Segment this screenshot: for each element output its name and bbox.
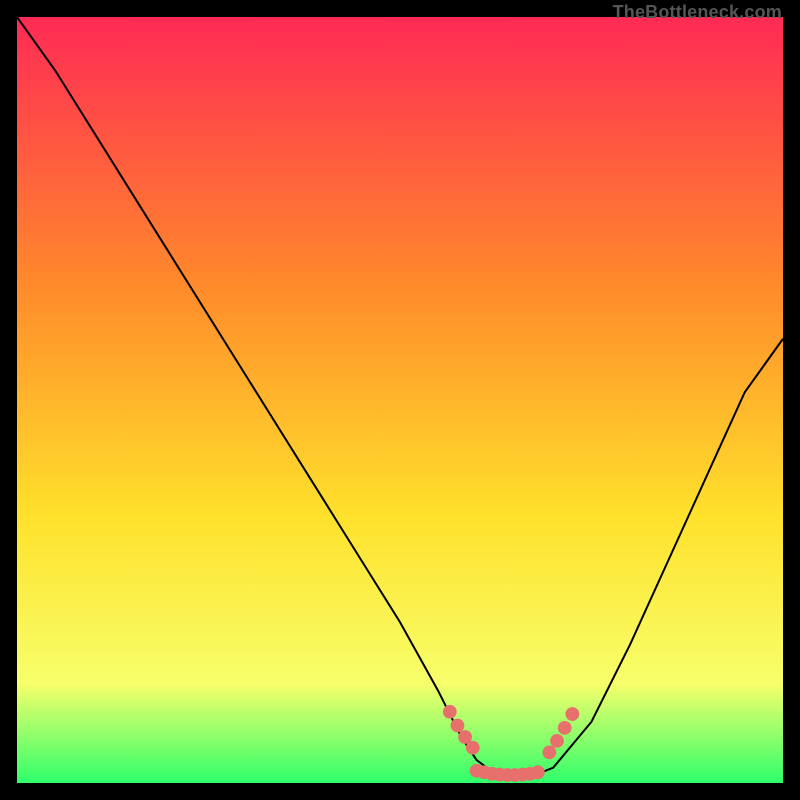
marker-dot bbox=[531, 765, 545, 779]
marker-dot bbox=[466, 741, 480, 755]
chart-frame: TheBottleneck.com bbox=[0, 0, 800, 800]
watermark-text: TheBottleneck.com bbox=[613, 2, 782, 23]
marker-dot bbox=[443, 705, 457, 719]
gradient-background bbox=[17, 17, 783, 783]
marker-dot bbox=[451, 719, 465, 733]
marker-dot bbox=[558, 721, 572, 735]
bottleneck-chart bbox=[17, 17, 783, 783]
marker-dot bbox=[550, 734, 564, 748]
marker-dot bbox=[565, 707, 579, 721]
marker-dot bbox=[542, 745, 556, 759]
